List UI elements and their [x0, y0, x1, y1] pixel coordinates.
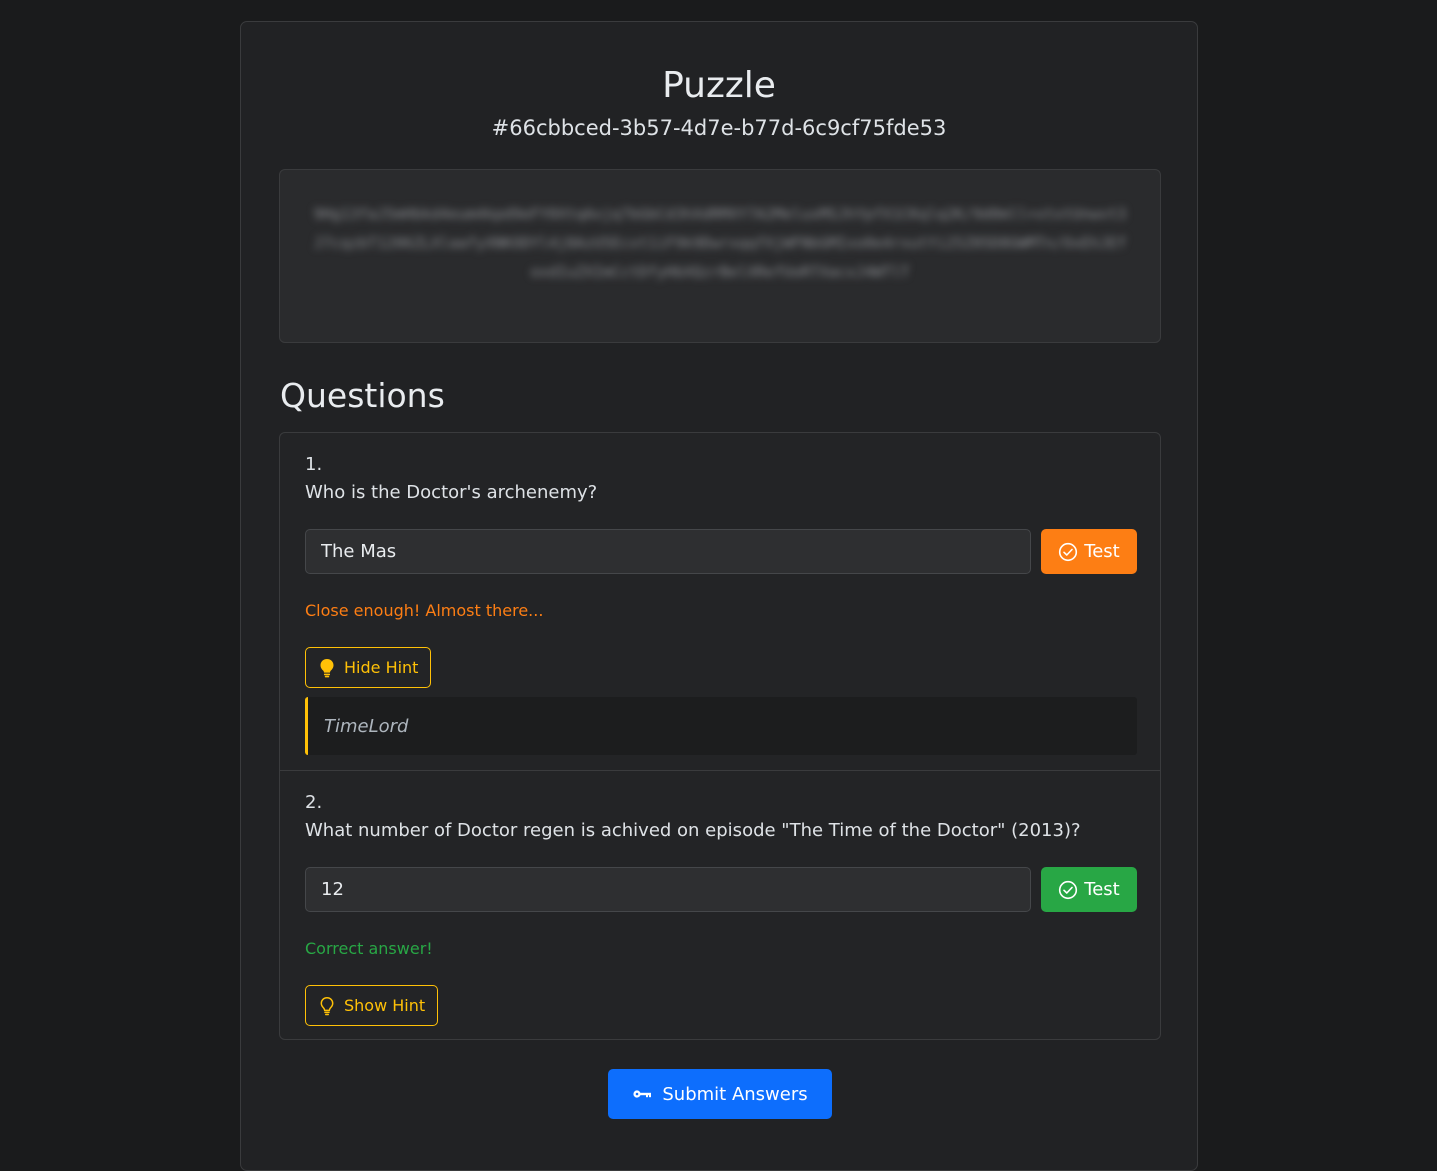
- test-button-label: Test: [1084, 541, 1120, 562]
- test-button[interactable]: Test: [1041, 867, 1137, 912]
- cipher-text: 9Hg13faJ5mHbkd4eum4kpd9eFY0XtqAxjq7bGbCd…: [313, 205, 1127, 281]
- question-text: Who is the Doctor's archenemy?: [305, 482, 598, 503]
- question-item: 1. Who is the Doctor's archenemy? Test C…: [280, 433, 1160, 771]
- questions-list: 1. Who is the Doctor's archenemy? Test C…: [279, 432, 1161, 1040]
- feedback-message: Close enough! Almost there...: [305, 601, 544, 620]
- hint-box: TimeLord: [305, 697, 1137, 755]
- hint-text: TimeLord: [324, 715, 409, 737]
- test-button[interactable]: Test: [1041, 529, 1137, 574]
- questions-heading: Questions: [280, 376, 445, 415]
- show-hint-button[interactable]: Show Hint: [305, 985, 439, 1026]
- cipher-box: 9Hg13faJ5mHbkd4eum4kpd9eFY0XtqAxjq7bGbCd…: [279, 169, 1161, 343]
- question-number: 2.: [305, 792, 323, 813]
- check-circle-icon: [1059, 542, 1078, 561]
- check-circle-icon: [1059, 880, 1078, 899]
- hide-hint-button[interactable]: Hide Hint: [305, 647, 432, 688]
- question-item: 2. What number of Doctor regen is achive…: [280, 771, 1160, 1039]
- hint-button-label: Hide Hint: [344, 658, 419, 677]
- hint-button-label: Show Hint: [344, 996, 426, 1015]
- submit-answers-button[interactable]: Submit Answers: [608, 1069, 832, 1119]
- puzzle-card: Puzzle #66cbbced-3b57-4d7e-b77d-6c9cf75f…: [240, 21, 1198, 1171]
- puzzle-id: #66cbbced-3b57-4d7e-b77d-6c9cf75fde53: [491, 116, 947, 140]
- lightbulb-outline-icon: [320, 996, 334, 1015]
- test-button-label: Test: [1084, 879, 1120, 900]
- submit-button-label: Submit Answers: [662, 1083, 808, 1105]
- feedback-message: Correct answer!: [305, 939, 433, 958]
- answer-input[interactable]: [305, 867, 1031, 912]
- key-icon: [633, 1090, 652, 1098]
- page-title: Puzzle: [662, 65, 776, 106]
- question-text: What number of Doctor regen is achived o…: [305, 820, 1081, 841]
- answer-input[interactable]: [305, 529, 1031, 574]
- lightbulb-fill-icon: [320, 658, 334, 677]
- question-number: 1.: [305, 454, 323, 475]
